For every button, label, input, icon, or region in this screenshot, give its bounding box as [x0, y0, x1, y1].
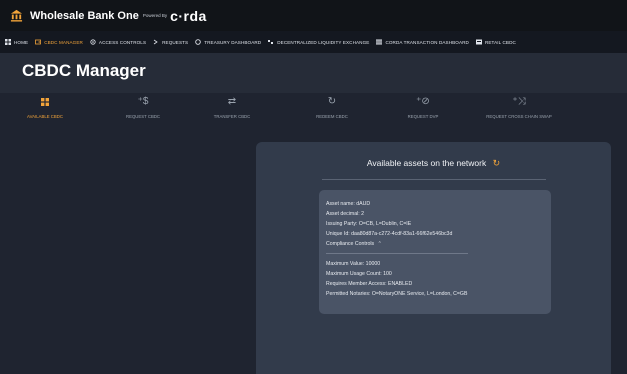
- transfer-icon: ⇄: [227, 96, 237, 107]
- nav-label: CORDA TRANSACTION DASHBOARD: [385, 39, 469, 45]
- main-nav: HOME CBDC MANAGER ACCESS CONTROLS REQUES…: [0, 31, 627, 53]
- exchange-icon: [268, 40, 274, 44]
- compliance-label: Compliance Controls: [326, 241, 375, 247]
- asset-decimal: Asset decimal: 2: [326, 211, 365, 217]
- asset-max-value: Maximum Value: 10000: [326, 261, 381, 267]
- grid-icon: [5, 39, 11, 45]
- asset-issuing-party: Issuing Party: O=CB, L=Dublin, C=IE: [326, 221, 412, 227]
- plus-swap-icon: ⁺⤨: [512, 96, 526, 107]
- chevron-up-icon: ⌃: [377, 241, 382, 247]
- tab-label: AVAILABLE CBDC: [27, 114, 63, 119]
- nav-item-transaction-dashboard[interactable]: CORDA TRANSACTION DASHBOARD: [376, 39, 469, 45]
- tab-label: TRANSFER CBDC: [213, 114, 251, 119]
- nav-item-requests[interactable]: REQUESTS: [153, 39, 188, 45]
- refresh-icon[interactable]: ↻: [493, 158, 501, 169]
- compliance-controls-toggle[interactable]: Compliance Controls ⌃: [326, 239, 551, 250]
- brand-bar: Wholesale Bank One Powered By c·rda: [0, 0, 627, 31]
- nav-item-treasury-dashboard[interactable]: TREASURY DASHBOARD: [195, 39, 261, 45]
- tab-request-dvp[interactable]: ⁺⊘ REQUEST DVP: [378, 95, 468, 119]
- card-icon: [475, 39, 482, 45]
- corda-logo: c·rda: [170, 7, 207, 24]
- wallet-icon: [35, 39, 42, 45]
- nav-item-access-controls[interactable]: ACCESS CONTROLS: [90, 39, 146, 45]
- powered-by-label: Powered By: [142, 13, 168, 18]
- nav-item-retail-cbdc[interactable]: RETAIL CBDC: [475, 39, 516, 45]
- tab-label: REQUEST CROSS CHAIN SWAP: [486, 114, 552, 119]
- tab-request-cross-chain-swap[interactable]: ⁺⤨ REQUEST CROSS CHAIN SWAP: [464, 95, 574, 119]
- nav-label: DECENTRALIZED LIQUIDITY EXCHANGE: [277, 39, 370, 45]
- bank-icon: [10, 9, 23, 22]
- tab-redeem-cbdc[interactable]: ↻ REDEEM CBDC: [287, 95, 377, 119]
- nav-label: TREASURY DASHBOARD: [204, 39, 262, 45]
- nav-label: REQUESTS: [162, 39, 189, 45]
- divider: [322, 179, 546, 180]
- nav-label: CBDC MANAGER: [44, 39, 83, 45]
- plus-check-icon: ⁺⊘: [416, 96, 430, 107]
- settings-icon: [90, 39, 96, 45]
- asset-max-usage: Maximum Usage Count: 100: [326, 271, 392, 277]
- tab-label: REQUEST DVP: [407, 114, 439, 119]
- tab-label: REDEEM CBDC: [316, 114, 348, 119]
- divider: [326, 253, 468, 254]
- panel-title: Available assets on the network ↻: [256, 158, 611, 169]
- tab-transfer-cbdc[interactable]: ⇄ TRANSFER CBDC: [187, 95, 277, 119]
- tab-request-cbdc[interactable]: ⁺$ REQUEST CBDC: [98, 95, 188, 119]
- list-icon: [376, 39, 383, 45]
- tab-available-cbdc[interactable]: AVAILABLE CBDC: [0, 95, 90, 119]
- circle-icon: [195, 39, 201, 45]
- asset-unique-id: Unique Id: daa80d87a-c272-4cdf-83a1-66f6…: [326, 231, 453, 237]
- plus-coin-icon: ⁺$: [137, 96, 149, 107]
- nav-label: HOME: [14, 39, 29, 45]
- panel-title-text: Available assets on the network: [366, 158, 487, 168]
- nav-item-liquidity-exchange[interactable]: DECENTRALIZED LIQUIDITY EXCHANGE: [268, 39, 369, 45]
- tab-label: REQUEST CBDC: [125, 114, 161, 119]
- asset-card: Asset name: dAUD Asset decimal: 2 Issuin…: [319, 190, 551, 314]
- asset-notaries: Permitted Notaries: O=NotaryONE Service,…: [326, 291, 468, 297]
- assets-panel: Available assets on the network ↻ Asset …: [256, 142, 611, 374]
- action-tabs: AVAILABLE CBDC ⁺$ REQUEST CBDC ⇄ TRANSFE…: [0, 95, 627, 130]
- arrow-icon: [153, 39, 158, 45]
- nav-item-home[interactable]: HOME: [5, 39, 28, 45]
- nav-item-cbdc-manager[interactable]: CBDC MANAGER: [35, 39, 83, 45]
- asset-requires-member: Requires Member Access: ENABLED: [326, 281, 413, 287]
- nav-label: RETAIL CBDC: [484, 39, 516, 45]
- brand-title[interactable]: Wholesale Bank One: [30, 10, 139, 22]
- asset-name: Asset name: dAUD: [326, 201, 371, 207]
- grid-icon: [41, 95, 49, 109]
- page-title: CBDC Manager: [22, 61, 146, 80]
- redeem-icon: ↻: [327, 96, 337, 107]
- nav-label: ACCESS CONTROLS: [98, 39, 147, 45]
